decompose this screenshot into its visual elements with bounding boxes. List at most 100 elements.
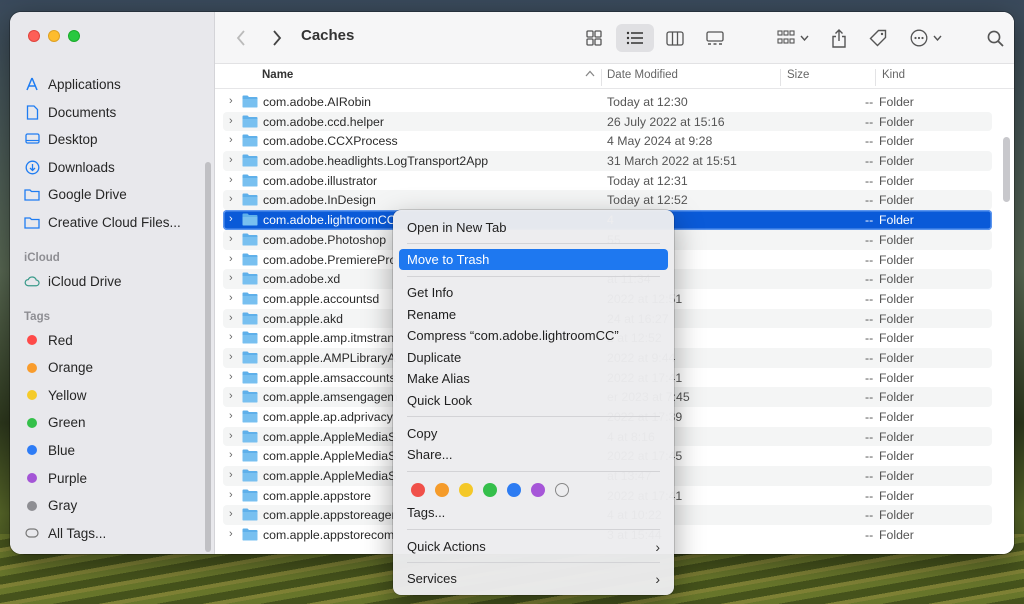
sidebar-item-downloads[interactable]: Downloads [24,155,115,179]
disclosure-chevron-icon[interactable]: › [229,469,239,481]
menu-item-make-alias[interactable]: Make Alias [399,368,668,389]
disclosure-chevron-icon[interactable]: › [229,193,239,205]
minimize-button[interactable] [48,30,60,42]
sidebar-tag-purple[interactable]: Purple [24,466,87,490]
table-row[interactable]: › com.adobe.InDesign Today at 12:52 -- Folde… [223,190,992,211]
icon-view-button[interactable] [577,24,611,52]
search-button[interactable] [983,24,1007,52]
disclosure-chevron-icon[interactable]: › [229,371,239,383]
column-name-header[interactable]: Name [262,69,293,81]
menu-item-open-new-tab[interactable]: Open in New Tab [399,217,668,238]
disclosure-chevron-icon[interactable]: › [229,331,239,343]
row-size: -- [865,95,874,109]
back-button[interactable] [231,24,251,52]
sidebar-item-documents[interactable]: Documents [24,100,116,124]
file-list-scrollbar[interactable] [1003,137,1010,202]
table-row[interactable]: › com.adobe.ccd.helper 26 July 2022 at 15:… [223,111,992,132]
menu-item-quick-look[interactable]: Quick Look [399,390,668,411]
sidebar-item-all-tags[interactable]: All Tags... [24,521,106,545]
sidebar-tag-green[interactable]: Green [24,411,86,435]
column-kind-header[interactable]: Kind [882,69,905,81]
more-actions-button[interactable] [906,24,946,52]
tag-color-swatch[interactable] [483,483,497,497]
menu-tag-colors [411,483,569,497]
forward-button[interactable] [267,24,287,52]
disclosure-chevron-icon[interactable]: › [229,253,239,265]
close-button[interactable] [28,30,40,42]
sidebar-item-applications[interactable]: Applications [24,72,121,96]
menu-item-tags[interactable]: Tags... [399,502,668,523]
sidebar-item-icloud-drive[interactable]: iCloud Drive [24,269,122,293]
menu-item-compress[interactable]: Compress “com.adobe.lightroomCC” [399,325,668,346]
sidebar-tag-red[interactable]: Red [24,328,73,352]
table-row[interactable]: › com.adobe.AIRobin Today at 12:30 -- Folder [223,92,992,112]
menu-item-rename[interactable]: Rename [399,304,668,325]
sidebar-item-desktop[interactable]: Desktop [24,127,98,151]
tag-color-swatch[interactable] [531,483,545,497]
disclosure-chevron-icon[interactable]: › [229,410,239,422]
disclosure-chevron-icon[interactable]: › [229,292,239,304]
row-size: -- [865,429,874,444]
menu-item-services[interactable]: Services › [399,568,668,589]
disclosure-chevron-icon[interactable]: › [229,489,239,501]
table-row[interactable]: › com.adobe.headlights.LogTransport2App 31… [223,151,992,171]
sidebar-tag-blue[interactable]: Blue [24,438,75,462]
table-row[interactable]: › com.adobe.CCXProcess 4 May 2024 at 9:28 -… [223,131,992,151]
tag-button[interactable] [866,24,890,52]
disclosure-chevron-icon[interactable]: › [229,312,239,324]
menu-item-share[interactable]: Share... [399,444,668,465]
sidebar-item-creative-cloud[interactable]: Creative Cloud Files... [24,210,181,234]
disclosure-chevron-icon[interactable]: › [229,390,239,402]
menu-item-move-to-trash[interactable]: Move to Trash [399,249,668,270]
column-divider[interactable] [601,69,602,86]
disclosure-chevron-icon[interactable]: › [229,95,239,107]
sidebar: Applications Documents Desktop Downloads… [10,12,215,554]
menu-item-duplicate[interactable]: Duplicate [399,347,668,368]
tag-color-swatch[interactable] [411,483,425,497]
row-kind: Folder [879,272,914,287]
list-view-button[interactable] [616,24,654,52]
menu-item-quick-actions[interactable]: Quick Actions › [399,536,668,557]
column-view-button[interactable] [658,24,692,52]
column-size-header[interactable]: Size [787,69,809,81]
sidebar-item-label: Gray [48,498,78,514]
group-by-button[interactable] [773,24,813,52]
sidebar-item-google-drive[interactable]: Google Drive [24,182,127,206]
sidebar-tag-orange[interactable]: Orange [24,356,93,380]
disclosure-chevron-icon[interactable]: › [229,430,239,442]
column-divider[interactable] [780,69,781,86]
sidebar-section-icloud: iCloud [24,252,60,264]
sidebar-tag-yellow[interactable]: Yellow [24,383,87,407]
share-button[interactable] [827,24,851,52]
row-size: -- [865,350,874,365]
disclosure-chevron-icon[interactable]: › [229,508,239,520]
zoom-button[interactable] [68,30,80,42]
sidebar-tag-gray[interactable]: Gray [24,494,77,518]
menu-item-get-info[interactable]: Get Info [399,282,668,303]
sidebar-scrollbar[interactable] [205,162,211,552]
disclosure-chevron-icon[interactable]: › [229,351,239,363]
disclosure-chevron-icon[interactable]: › [229,154,239,166]
disclosure-chevron-icon[interactable]: › [229,272,239,284]
disclosure-chevron-icon[interactable]: › [229,174,239,186]
column-date-header[interactable]: Date Modified [607,69,678,81]
row-kind: Folder [879,173,914,188]
column-divider[interactable] [875,69,876,86]
menu-item-copy[interactable]: Copy [399,423,668,444]
tag-color-dot-icon [24,498,40,514]
gallery-view-button[interactable] [698,24,732,52]
tag-color-swatch[interactable] [435,483,449,497]
disclosure-chevron-icon[interactable]: › [229,528,239,540]
disclosure-chevron-icon[interactable]: › [229,134,239,146]
row-size: -- [865,272,874,287]
group-grid-icon [777,30,795,44]
disclosure-chevron-icon[interactable]: › [229,115,239,127]
disclosure-chevron-icon[interactable]: › [229,233,239,245]
table-row[interactable]: › com.adobe.illustrator Today at 12:31 -- Fo… [223,171,992,191]
tag-color-swatch[interactable] [459,483,473,497]
disclosure-chevron-icon[interactable]: › [229,449,239,461]
tag-color-swatch[interactable] [507,483,521,497]
share-icon [832,28,846,48]
tag-color-none-swatch[interactable] [555,483,569,497]
disclosure-chevron-icon[interactable]: › [229,213,239,225]
